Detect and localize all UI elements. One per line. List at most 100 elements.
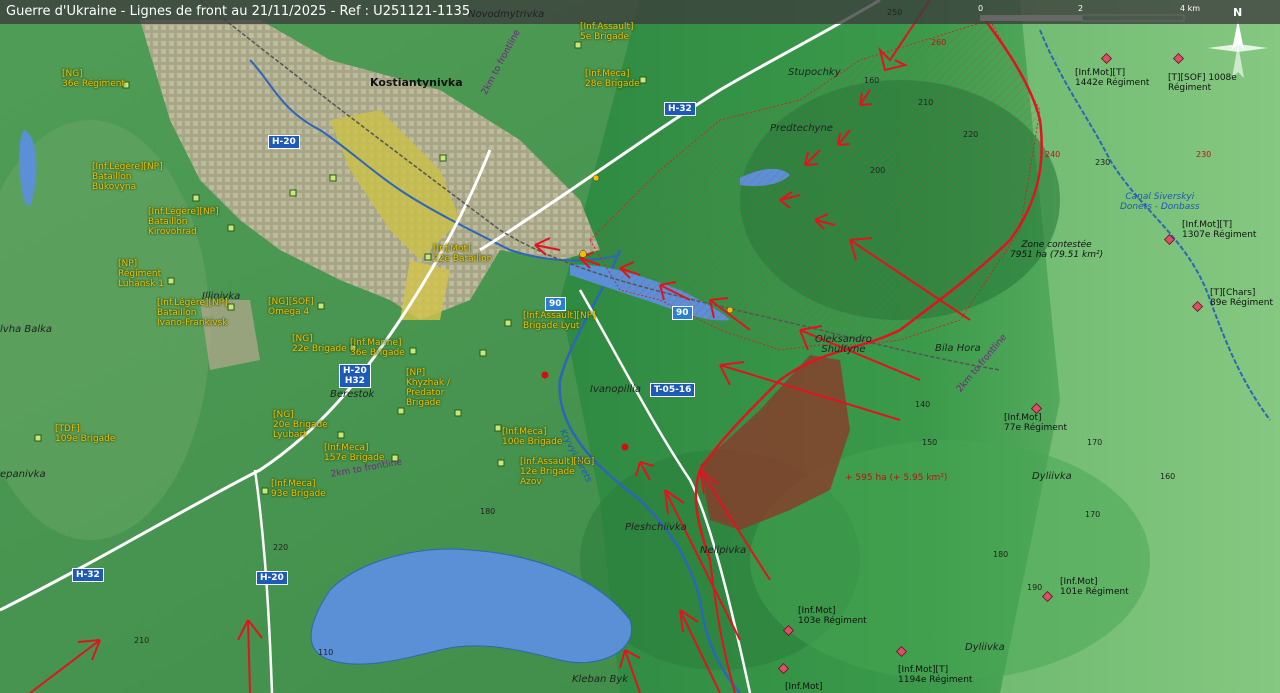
town-predtechyne: Predtechyne [770, 123, 833, 134]
scale-label-end: 4 km [1180, 4, 1201, 13]
altitude-label: 260 [931, 38, 947, 47]
ua-marker [167, 277, 175, 285]
ua-marker [497, 459, 505, 467]
altitude-label: 230 [1196, 150, 1212, 159]
ua-marker [424, 253, 432, 261]
ua-unit-20e-brigade-lyubart[interactable]: [NG] 20e Brigade Lyubart [273, 410, 328, 440]
ua-marker [639, 76, 647, 84]
ua-unit-5e-brigade[interactable]: [Inf.Assault] 5e Brigade [580, 22, 634, 42]
north-label: N [1233, 6, 1243, 19]
road-badge-h20-h32: H-20 H32 [339, 364, 371, 388]
poi-red [621, 443, 629, 451]
road-badge-h32-south: H-32 [72, 568, 104, 582]
ua-unit-157e-brigade[interactable]: [Inf.Meca] 157e Brigade [324, 443, 384, 463]
altitude-label: 200 [870, 166, 886, 175]
ua-unit-22e-bataillon[interactable]: [Inf.Mot] 22e Bataillon [433, 244, 492, 264]
ua-unit-brigade-lyut[interactable]: [Inf.Assault][NP] Brigade Lyut [523, 311, 596, 331]
town-stupochky: Stupochky [788, 67, 841, 78]
town-berestok: Berestok [330, 389, 375, 400]
ua-marker [227, 303, 235, 311]
ua-marker [192, 194, 200, 202]
ua-unit-93e-brigade[interactable]: [Inf.Meca] 93e Brigade [271, 479, 326, 499]
ua-marker [439, 154, 447, 162]
ru-unit-1008e-regiment[interactable]: [T][SOF] 1008e Régiment [1168, 73, 1237, 93]
contested-zone-label: Zone contestée 7951 ha (79.51 km²) [1010, 240, 1104, 260]
town-ruzha-balka: lvha Balka [0, 324, 53, 335]
town-pleshchiivka: Pleshchiivka [625, 522, 687, 533]
town-novodmytrivka: Novodmytrivka [468, 9, 545, 20]
road-badge-h20: H-20 [268, 135, 300, 149]
town-ivanopillia: Ivanopillia [590, 384, 642, 395]
altitude-label: 150 [922, 438, 938, 447]
altitude-label: 230 [1095, 158, 1111, 167]
ua-unit-omega-4[interactable]: [NG][SOF] Omega 4 [268, 297, 314, 317]
altitude-label: 210 [918, 98, 934, 107]
ru-unit-1442e-regiment[interactable]: [Inf.Mot][T] 1442e Régiment [1075, 68, 1149, 88]
ua-unit-22e-brigade[interactable]: [NG] 22e Brigade [292, 334, 347, 354]
town-bila-hora: Bila Hora [935, 343, 981, 354]
ua-marker [329, 174, 337, 182]
altitude-label: 170 [1085, 510, 1101, 519]
map-title: Guerre d'Ukraine - Lignes de front au 21… [0, 0, 1280, 24]
altitude-label: 220 [963, 130, 979, 139]
scale-label-mid: 2 [1078, 4, 1084, 13]
town-nelipivka: Nelipivka [700, 545, 747, 556]
ru-unit-103e-regiment[interactable]: [Inf.Mot] 103e Régiment [798, 606, 867, 626]
poi-red [541, 371, 549, 379]
town-kleban-byk: Kleban Byk [572, 674, 629, 685]
road-badge-t0516: T-05-16 [650, 383, 696, 397]
ua-unit-28e-brigade[interactable]: [Inf.Meca] 28e Brigade [585, 69, 640, 89]
ru-unit-101e-regiment[interactable]: [Inf.Mot] 101e Régiment [1060, 577, 1129, 597]
ua-marker [494, 424, 502, 432]
ru-gain-label: + 595 ha (+ 5.95 km²) [845, 473, 948, 483]
poi-yellow [726, 306, 734, 314]
road-badge-90-b: 90 [672, 306, 693, 320]
ua-marker [397, 407, 405, 415]
altitude-label: 160 [1160, 472, 1176, 481]
altitude-label: 170 [1087, 438, 1103, 447]
town-oleksandro-shultyne: Oleksandro Shultyne [815, 334, 872, 355]
altitude-label: 190 [1027, 583, 1043, 592]
ua-marker [574, 41, 582, 49]
ua-marker [337, 431, 345, 439]
ua-unit-ivano-frankivsk[interactable]: [Inf.Légère][NP] Bataillon Ivano-Frankiv… [157, 298, 228, 328]
ua-unit-khyzhak-predator[interactable]: [NP] Khyzhak / Predator Brigade [406, 368, 450, 408]
ru-unit-inf-mot[interactable]: [Inf.Mot] [785, 682, 823, 692]
ua-marker [479, 349, 487, 357]
altitude-label: 210 [134, 636, 150, 645]
ua-unit-109e-brigade[interactable]: [TDF] 109e Brigade [55, 424, 115, 444]
town-dyliivka-south: Dyliivka [965, 642, 1005, 653]
ru-unit-77e-regiment[interactable]: [Inf.Mot] 77e Régiment [1004, 413, 1067, 433]
town-dyliivka: Dyliivka [1032, 471, 1072, 482]
ua-marker [34, 434, 42, 442]
ru-unit-1307e-regiment[interactable]: [Inf.Mot][T] 1307e Régiment [1182, 220, 1256, 240]
poi-yellow [579, 250, 587, 258]
altitude-label: 140 [915, 400, 931, 409]
scale-label-zero: 0 [978, 4, 984, 13]
ua-unit-luhansk-1[interactable]: [NP] Régiment Luhansk 1 [118, 259, 164, 289]
road-badge-h20-south: H-20 [256, 571, 288, 585]
ru-unit-1194e-regiment[interactable]: [Inf.Mot][T] 1194e Régiment [898, 665, 972, 685]
ua-marker [227, 224, 235, 232]
ru-unit-89e-regiment[interactable]: [T][Chars] 89e Régiment [1210, 288, 1273, 308]
altitude-label: 180 [993, 550, 1009, 559]
ua-unit-kirovohrad[interactable]: [Inf.Légère][NP] Bataillon Kirovohrad [148, 207, 219, 237]
road-badge-90: 90 [545, 297, 566, 311]
ua-marker [317, 302, 325, 310]
canal-label: Canal Siverskyi Donets - Donbass [1120, 192, 1200, 212]
ua-marker [454, 409, 462, 417]
town-stepanivka: epanivka [0, 469, 46, 480]
ua-unit-36e-regiment[interactable]: [NG] 36e Régiment [62, 69, 125, 89]
road-badge-h32: H-32 [664, 102, 696, 116]
altitude-label: 250 [887, 8, 903, 17]
town-kostiantynivka: Kostiantynivka [370, 76, 463, 89]
ua-unit-36e-brigade[interactable]: [Inf.Marine] 36e Brigade [350, 338, 405, 358]
altitude-label: 180 [480, 507, 496, 516]
altitude-label: 220 [273, 543, 289, 552]
ua-unit-100e-brigade[interactable]: [Inf.Meca] 100e Brigade [502, 427, 562, 447]
ua-unit-bukovyna[interactable]: [Inf.Légère][NP] Bataillon Bukovyna [92, 162, 163, 192]
ua-marker [504, 319, 512, 327]
altitude-label: 110 [318, 648, 334, 657]
altitude-label: 160 [864, 76, 880, 85]
ua-marker [261, 487, 269, 495]
